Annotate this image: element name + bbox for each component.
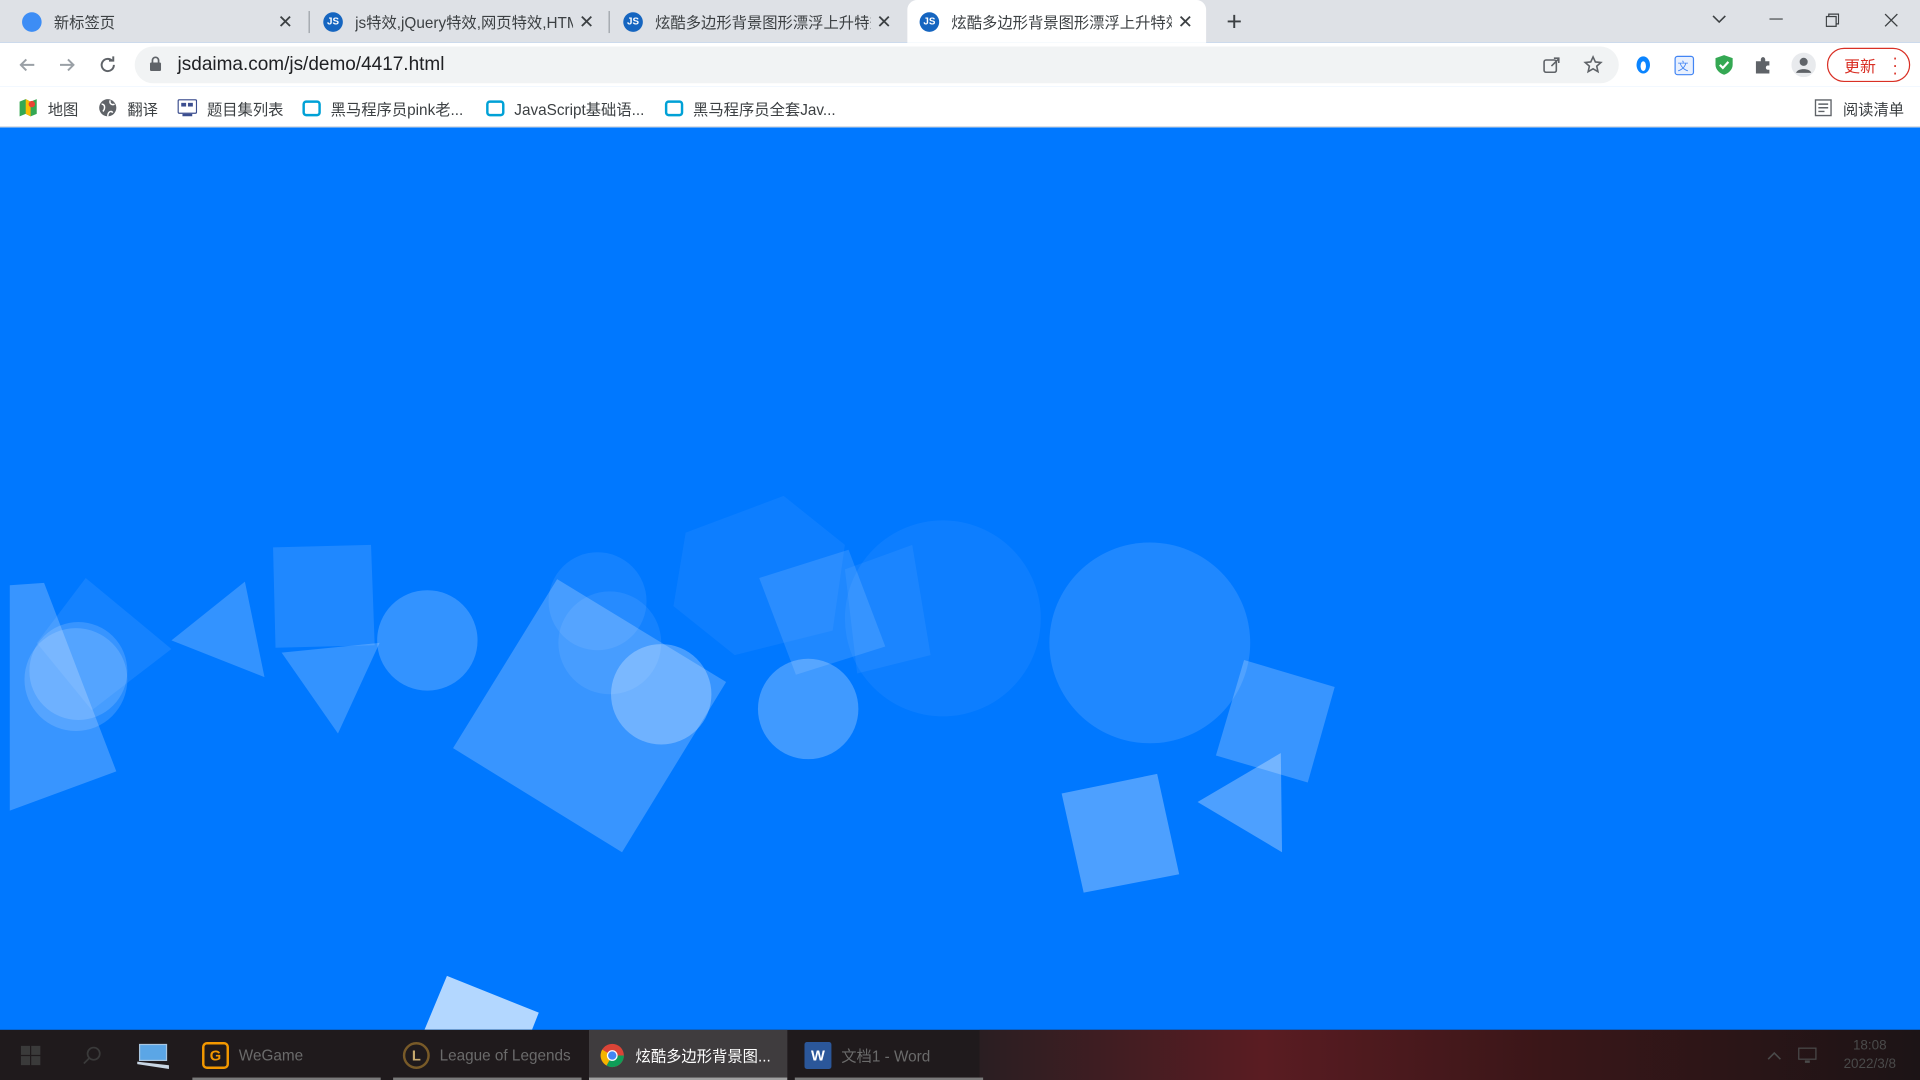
translate-icon[interactable]: 文 — [1673, 54, 1695, 76]
profile-icon[interactable] — [1791, 52, 1816, 78]
lock-icon[interactable] — [149, 56, 162, 72]
bookmark-label: 翻译 — [127, 101, 158, 119]
taskbar-app-label: WeGame — [238, 1046, 304, 1064]
forward-icon[interactable] — [50, 48, 84, 82]
taskbar-app-label: 文档1 - Word — [841, 1048, 931, 1066]
tab-polygon-demo-active[interactable]: JS 炫酷多边形背景图形漂浮上升特效 ✕ — [907, 0, 1207, 43]
tab-new-tab[interactable]: 新标签页 ✕ — [10, 0, 306, 43]
maps-icon — [18, 98, 38, 118]
close-tab-icon[interactable]: ✕ — [1172, 8, 1199, 35]
shape-circle-mid-left — [377, 590, 478, 691]
bookmark-maps[interactable]: 地图 — [18, 96, 78, 120]
globe-icon — [98, 98, 118, 118]
back-icon[interactable] — [10, 48, 44, 82]
tab-title: 新标签页 — [53, 14, 116, 32]
shape-triangle-left — [171, 581, 265, 678]
tab-strip: 新标签页 ✕ JS js特效,jQuery特效,网页特效,HTML ✕ JS 炫… — [0, 0, 1920, 43]
tab-polygon-demo-1[interactable]: JS 炫酷多边形背景图形漂浮上升特效 ✕ — [611, 0, 905, 43]
bookmark-label: 黑马程序员全套Jav... — [693, 101, 836, 119]
taskbar-app-lol[interactable]: L League of Legends — [393, 1030, 582, 1080]
shape-triangle-down — [281, 642, 380, 734]
clock[interactable]: 18:08 2022/3/8 — [1832, 1030, 1908, 1080]
tab-title: 炫酷多边形背景图形漂浮上升特效 — [655, 14, 871, 32]
js-icon: JS — [623, 11, 643, 32]
shape-circle-center-faint — [844, 520, 1041, 717]
shape-circle-center — [757, 658, 859, 760]
wegame-icon: G — [202, 1041, 229, 1069]
shape-square-bottom — [424, 975, 539, 1030]
taskbar-app-label: League of Legends — [439, 1046, 571, 1064]
start-icon[interactable] — [10, 1030, 52, 1080]
reading-list[interactable]: 阅读清单 — [1813, 96, 1904, 120]
minimize-icon[interactable] — [1747, 0, 1803, 39]
taskbar-app-word[interactable]: W 文档1 - Word — [794, 1030, 984, 1080]
taskbar-app-wegame[interactable]: G WeGame — [192, 1030, 381, 1080]
shape-square-lower — [1061, 773, 1180, 893]
qq-browser-icon[interactable] — [1632, 54, 1654, 76]
search-icon[interactable] — [71, 1030, 113, 1080]
bookmark-label: 黑马程序员pink老... — [330, 101, 464, 119]
close-tab-icon[interactable]: ✕ — [573, 8, 600, 35]
shape-square-small — [273, 544, 375, 648]
browser-toolbar: jsdaima.com/js/demo/4417.html 文 更新 · · · — [0, 42, 1920, 87]
taskbar-app-chrome[interactable]: 炫酷多边形背景图... — [588, 1029, 788, 1080]
shape-circle-large — [1049, 542, 1251, 744]
desktop-icon[interactable] — [132, 1030, 174, 1080]
tab-title: js特效,jQuery特效,网页特效,HTML — [355, 14, 574, 32]
tab-jsdaima-home[interactable]: JS js特效,jQuery特效,网页特效,HTML ✕ — [311, 0, 607, 43]
puzzle-icon[interactable] — [1752, 54, 1774, 76]
bookmarks-bar: 地图 翻译 题目集列表 黑马程序员pink老... JavaScript基础语.… — [0, 86, 1920, 128]
chevron-down-icon[interactable] — [1691, 0, 1747, 39]
bookmark-bilibili-pink[interactable]: 黑马程序员pink老... — [302, 96, 463, 120]
network-icon[interactable] — [1798, 1030, 1818, 1080]
svg-text:文: 文 — [1677, 58, 1688, 72]
shield-icon[interactable] — [1713, 54, 1735, 76]
js-icon: JS — [919, 11, 940, 32]
word-icon: W — [804, 1041, 832, 1069]
floating-shapes — [9, 495, 1335, 1030]
shape-circle-bright — [611, 644, 712, 745]
js-icon: JS — [323, 11, 343, 32]
reading-list-label: 阅读清单 — [1842, 101, 1905, 119]
update-label: 更新 — [1844, 56, 1876, 76]
restore-icon[interactable] — [1804, 0, 1860, 39]
close-tab-icon[interactable]: ✕ — [871, 8, 898, 35]
taskbar-app-label: 炫酷多边形背景图... — [635, 1048, 771, 1066]
bookmark-label: 地图 — [47, 101, 79, 119]
clock-date: 2022/3/8 — [1843, 1056, 1897, 1071]
chrome-icon — [599, 1041, 626, 1068]
share-icon[interactable] — [1540, 54, 1562, 76]
plus-icon[interactable]: + — [1218, 6, 1250, 38]
star-icon[interactable] — [1582, 54, 1604, 76]
list-icon — [177, 98, 198, 118]
page-canvas — [0, 128, 1920, 1030]
tab-title: 炫酷多边形背景图形漂浮上升特效 — [951, 14, 1172, 32]
more-menu-icon[interactable]: · · · — [1892, 49, 1898, 81]
bookmark-bilibili-js-basics[interactable]: JavaScript基础语... — [486, 96, 644, 120]
tab-separator — [608, 11, 610, 34]
reading-list-icon — [1813, 98, 1833, 118]
shape-triangle-right — [1197, 753, 1283, 853]
bilibili-icon — [302, 99, 321, 116]
bilibili-icon — [664, 99, 684, 116]
bookmark-label: 题目集列表 — [206, 101, 284, 119]
bookmark-label: JavaScript基础语... — [514, 101, 645, 119]
new-tab-icon — [22, 11, 42, 32]
close-tab-icon[interactable]: ✕ — [272, 8, 299, 35]
shape-circle-left-inner — [29, 622, 128, 721]
bookmark-translate[interactable]: 翻译 — [98, 96, 158, 120]
bookmark-problem-list[interactable]: 题目集列表 — [177, 96, 284, 120]
bookmark-bilibili-java[interactable]: 黑马程序员全套Jav... — [664, 96, 836, 120]
taskbar: G WeGame L League of Legends 炫酷多边形背景图...… — [0, 1029, 1920, 1080]
address-bar[interactable]: jsdaima.com/js/demo/4417.html — [134, 46, 1619, 84]
tab-separator — [308, 11, 310, 34]
lol-icon: L — [402, 1041, 430, 1069]
clock-time: 18:08 — [1852, 1037, 1887, 1053]
url-text[interactable]: jsdaima.com/js/demo/4417.html — [178, 54, 445, 76]
reload-icon[interactable] — [91, 48, 125, 82]
close-icon[interactable] — [1862, 0, 1918, 39]
tray-chevron-icon[interactable] — [1767, 1030, 1782, 1080]
update-button[interactable]: 更新 · · · — [1826, 47, 1911, 83]
bilibili-icon — [486, 99, 505, 116]
